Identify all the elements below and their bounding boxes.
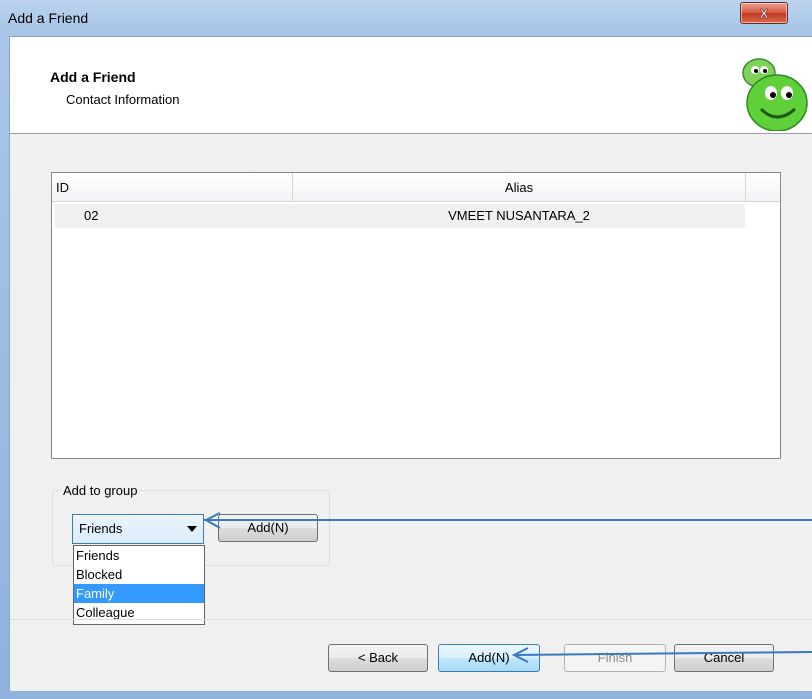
group-dropdown-list[interactable]: Friends Blocked Family Colleague: [73, 545, 205, 625]
cancel-button[interactable]: Cancel: [674, 644, 774, 672]
contact-list[interactable]: ID Alias 02 VMEET NUSANTARA_2: [51, 172, 781, 459]
page-subtitle: Contact Information: [66, 92, 180, 107]
group-option-friends[interactable]: Friends: [74, 546, 204, 565]
wizard-header: Add a Friend Contact Information: [10, 37, 812, 134]
footer-divider: [10, 619, 812, 620]
row-alias: VMEET NUSANTARA_2: [448, 208, 590, 223]
row-id: 02: [84, 208, 99, 223]
close-icon: X: [759, 6, 769, 22]
back-button[interactable]: < Back: [328, 644, 428, 672]
dialog-client: Add a Friend Contact Information ID Alia…: [9, 36, 812, 691]
page-title: Add a Friend: [50, 69, 136, 85]
dialog-window: Add a Friend X Add a Friend Contact Info…: [0, 0, 812, 699]
add-to-group-button[interactable]: Add(N): [218, 514, 318, 542]
table-row[interactable]: 02 VMEET NUSANTARA_2: [55, 204, 745, 228]
finish-button[interactable]: Finish: [564, 644, 666, 672]
add-button[interactable]: Add(N): [438, 644, 540, 672]
column-header-id[interactable]: ID: [52, 173, 293, 201]
chevron-down-icon: [187, 526, 197, 532]
group-option-family[interactable]: Family: [74, 584, 204, 603]
window-title: Add a Friend: [8, 10, 89, 26]
column-header-alias[interactable]: Alias: [293, 173, 746, 201]
list-header: ID Alias: [52, 173, 780, 202]
group-select-value: Friends: [79, 521, 123, 536]
group-option-blocked[interactable]: Blocked: [74, 565, 204, 584]
close-button[interactable]: X: [740, 2, 788, 24]
group-box-label: Add to group: [60, 483, 141, 498]
title-bar: Add a Friend X: [0, 0, 812, 36]
svg-text:X: X: [760, 6, 769, 21]
smiley-mascot-icon: [735, 53, 812, 131]
group-select[interactable]: Friends: [72, 514, 204, 544]
